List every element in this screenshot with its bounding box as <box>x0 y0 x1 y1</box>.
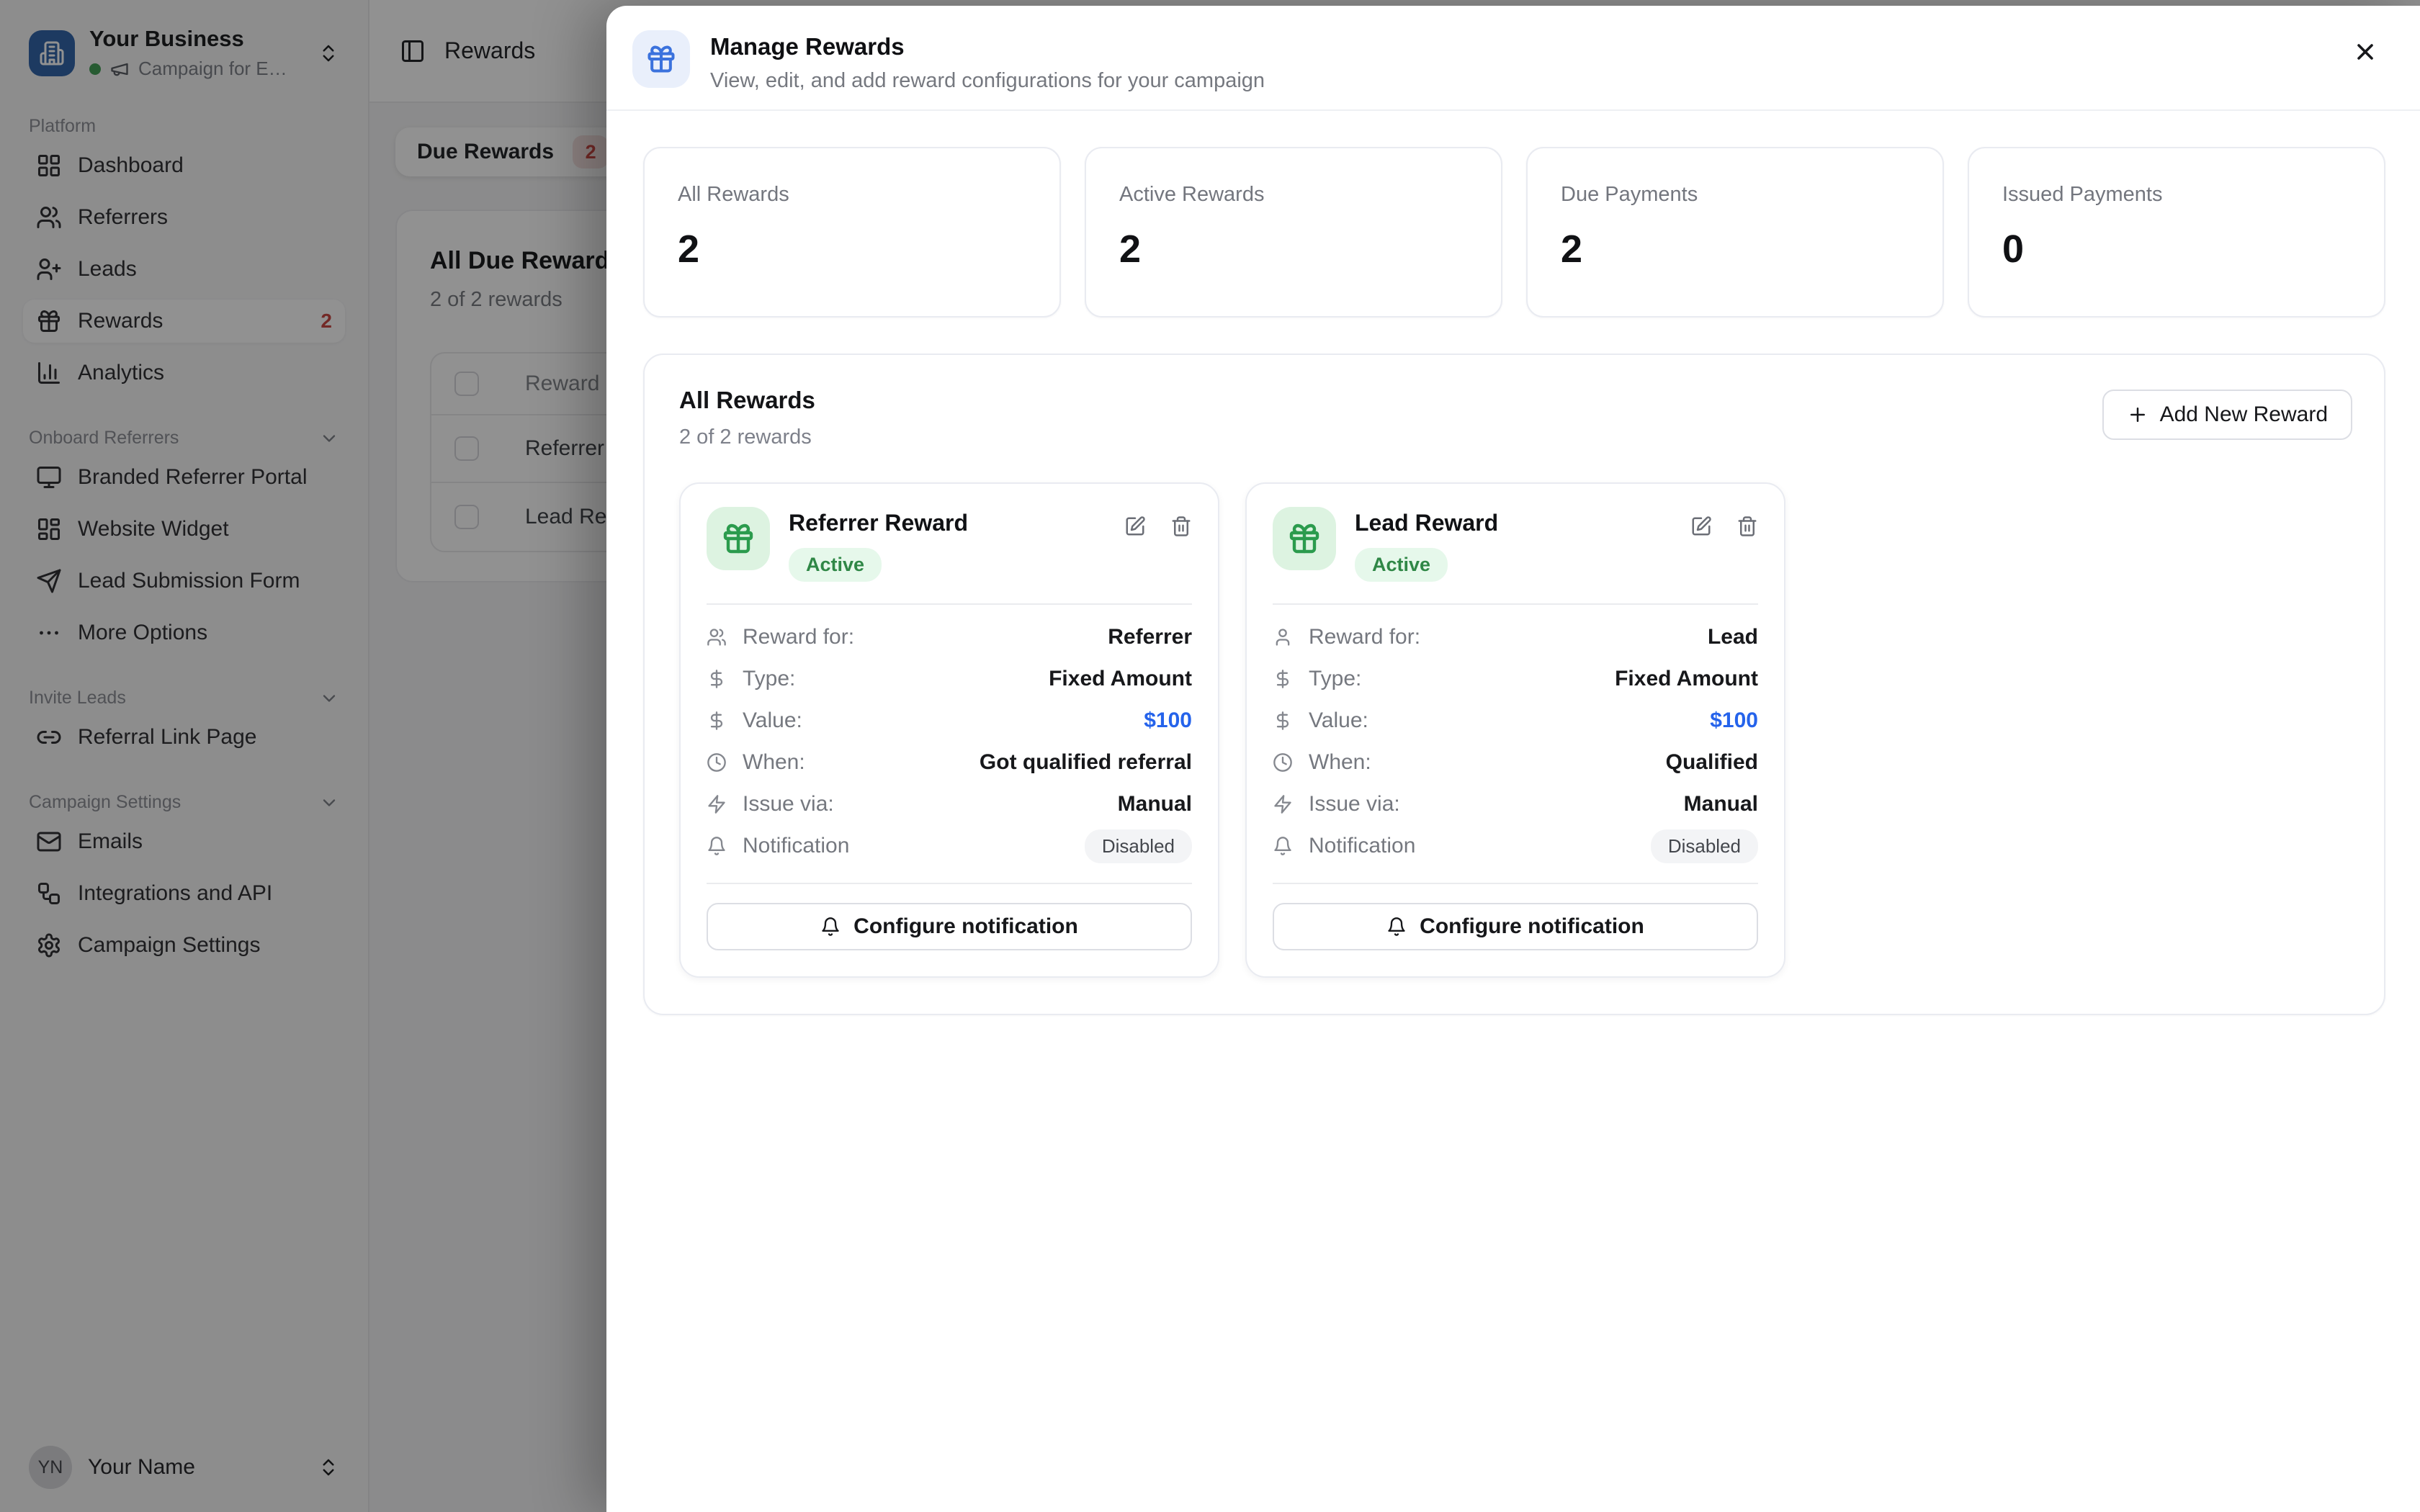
detail-value: $100 <box>1144 708 1192 733</box>
stat-card-all-rewards: All Rewards 2 <box>643 147 1061 318</box>
reward-gift-tile <box>707 507 770 570</box>
manage-rewards-modal: Manage Rewards View, edit, and add rewar… <box>606 6 2420 1512</box>
detail-row-type: Type: Fixed Amount <box>707 658 1192 700</box>
stat-card-issued-payments: Issued Payments 0 <box>1968 147 2385 318</box>
gift-icon <box>721 521 756 556</box>
panel-title: All Rewards <box>679 387 815 414</box>
status-badge: Active <box>789 548 882 582</box>
detail-value: $100 <box>1710 708 1758 733</box>
edit-icon[interactable] <box>1124 516 1146 537</box>
notification-status-badge: Disabled <box>1651 829 1758 863</box>
modal-subtitle: View, edit, and add reward configuration… <box>710 69 1265 93</box>
bell-icon <box>1273 836 1293 856</box>
configure-button-label: Configure notification <box>1420 914 1644 939</box>
trash-icon[interactable] <box>1736 516 1758 537</box>
modal-header: Manage Rewards View, edit, and add rewar… <box>606 6 2420 111</box>
detail-label: Reward for: <box>743 625 854 649</box>
all-rewards-panel: All Rewards 2 of 2 rewards Add New Rewar… <box>643 354 2385 1015</box>
configure-notification-button[interactable]: Configure notification <box>707 903 1192 950</box>
detail-label: Issue via: <box>743 792 834 816</box>
plus-icon <box>2127 404 2148 426</box>
detail-label: Issue via: <box>1309 792 1400 816</box>
dollar-icon <box>1273 711 1293 731</box>
stat-label: Due Payments <box>1561 183 1909 207</box>
detail-label: When: <box>743 750 805 775</box>
stat-label: Issued Payments <box>2002 183 2351 207</box>
detail-label: Value: <box>1309 708 1368 733</box>
configure-notification-button[interactable]: Configure notification <box>1273 903 1758 950</box>
detail-value: Manual <box>1684 792 1758 816</box>
detail-label: Notification <box>1309 834 1415 858</box>
detail-value: Referrer <box>1108 625 1192 649</box>
status-badge: Active <box>1355 548 1448 582</box>
dollar-icon <box>707 711 727 731</box>
stat-value: 2 <box>678 227 1026 271</box>
clock-icon <box>707 752 727 773</box>
detail-value: Manual <box>1118 792 1192 816</box>
detail-row-when: When: Got qualified referral <box>707 742 1192 783</box>
detail-row-reward-for: Reward for: Lead <box>1273 616 1758 658</box>
notification-status-badge: Disabled <box>1085 829 1192 863</box>
gift-icon <box>1287 521 1322 556</box>
dollar-icon <box>707 669 727 689</box>
zap-icon <box>1273 794 1293 814</box>
trash-icon[interactable] <box>1170 516 1192 537</box>
configure-button-label: Configure notification <box>853 914 1078 939</box>
detail-label: When: <box>1309 750 1371 775</box>
detail-value: Got qualified referral <box>980 750 1192 775</box>
detail-value: Lead <box>1708 625 1758 649</box>
reward-name: Lead Reward <box>1355 507 1498 536</box>
detail-row-type: Type: Fixed Amount <box>1273 658 1758 700</box>
detail-value: Qualified <box>1666 750 1758 775</box>
detail-label: Notification <box>743 834 849 858</box>
stats-row: All Rewards 2 Active Rewards 2 Due Payme… <box>643 147 2385 318</box>
detail-row-issue-via: Issue via: Manual <box>707 783 1192 825</box>
detail-row-notification: Notification Disabled <box>707 825 1192 867</box>
stat-card-active-rewards: Active Rewards 2 <box>1085 147 1502 318</box>
detail-label: Value: <box>743 708 802 733</box>
stat-value: 0 <box>2002 227 2351 271</box>
stat-value: 2 <box>1119 227 1468 271</box>
detail-row-when: When: Qualified <box>1273 742 1758 783</box>
clock-icon <box>1273 752 1293 773</box>
stat-card-due-payments: Due Payments 2 <box>1526 147 1944 318</box>
reward-name: Referrer Reward <box>789 507 968 536</box>
detail-row-value: Value: $100 <box>707 700 1192 742</box>
add-new-reward-button[interactable]: Add New Reward <box>2102 390 2352 440</box>
users-icon <box>707 627 727 647</box>
edit-icon[interactable] <box>1690 516 1712 537</box>
detail-value: Fixed Amount <box>1615 667 1758 691</box>
screen: Your Business Campaign for E… Platform D… <box>0 0 2420 1512</box>
reward-card-referrer: Referrer Reward Active Reward for: <box>679 482 1219 978</box>
detail-label: Type: <box>1309 667 1361 691</box>
panel-subtitle: 2 of 2 rewards <box>679 426 815 449</box>
reward-gift-tile <box>1273 507 1336 570</box>
bell-icon <box>820 917 841 937</box>
detail-value: Fixed Amount <box>1049 667 1192 691</box>
stat-label: All Rewards <box>678 183 1026 207</box>
detail-row-value: Value: $100 <box>1273 700 1758 742</box>
bell-icon <box>707 836 727 856</box>
bell-icon <box>1386 917 1407 937</box>
detail-label: Reward for: <box>1309 625 1420 649</box>
stat-value: 2 <box>1561 227 1909 271</box>
modal-gift-tile <box>632 30 690 88</box>
modal-title: Manage Rewards <box>710 30 1265 60</box>
close-icon[interactable] <box>2348 35 2383 69</box>
detail-row-reward-for: Reward for: Referrer <box>707 616 1192 658</box>
detail-row-issue-via: Issue via: Manual <box>1273 783 1758 825</box>
reward-card-lead: Lead Reward Active Reward for: <box>1245 482 1785 978</box>
detail-row-notification: Notification Disabled <box>1273 825 1758 867</box>
zap-icon <box>707 794 727 814</box>
add-button-label: Add New Reward <box>2160 402 2328 427</box>
dollar-icon <box>1273 669 1293 689</box>
detail-label: Type: <box>743 667 795 691</box>
user-icon <box>1273 627 1293 647</box>
stat-label: Active Rewards <box>1119 183 1468 207</box>
gift-icon <box>645 43 677 75</box>
